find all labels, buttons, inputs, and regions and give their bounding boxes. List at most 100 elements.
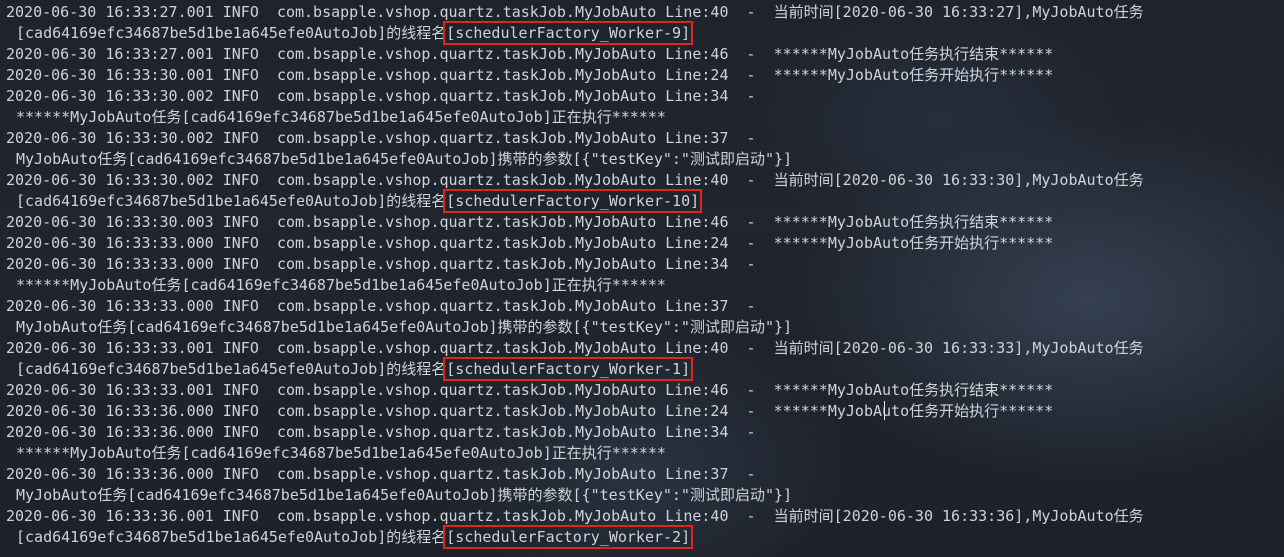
log-logger: com.bsapple.vshop.quartz.taskJob.MyJobAu… — [276, 297, 657, 315]
log-timestamp: 2020-06-30 16:33:33.000 — [6, 297, 214, 315]
log-message: 当前时间[2020-06-30 16:33:30],MyJobAuto任务 — [773, 171, 1144, 189]
log-level: INFO — [222, 423, 259, 441]
log-logger: com.bsapple.vshop.quartz.taskJob.MyJobAu… — [276, 234, 657, 252]
log-logger: com.bsapple.vshop.quartz.taskJob.MyJobAu… — [276, 339, 657, 357]
log-level: INFO — [222, 465, 259, 483]
log-message: ******MyJobAuto任务[cad64169efc34687be5d1b… — [16, 444, 666, 462]
log-level: INFO — [222, 507, 259, 525]
log-source-line: Line:46 — [665, 213, 729, 231]
log-level: INFO — [222, 171, 259, 189]
log-logger: com.bsapple.vshop.quartz.taskJob.MyJobAu… — [276, 129, 657, 147]
log-line: 2020-06-30 16:33:30.002 INFO com.bsapple… — [6, 129, 756, 147]
log-logger: com.bsapple.vshop.quartz.taskJob.MyJobAu… — [276, 45, 657, 63]
log-level: INFO — [222, 339, 259, 357]
log-timestamp: 2020-06-30 16:33:33.001 — [6, 381, 214, 399]
log-message: ******MyJobAuto任务[cad64169efc34687be5d1b… — [16, 276, 666, 294]
log-timestamp: 2020-06-30 16:33:33.001 — [6, 339, 214, 357]
log-source-line: Line:34 — [665, 423, 729, 441]
log-source-line: Line:46 — [665, 381, 729, 399]
log-continuation-line: MyJobAuto任务[cad64169efc34687be5d1be1a645… — [6, 149, 1284, 170]
log-continuation-line: MyJobAuto任务[cad64169efc34687be5d1be1a645… — [6, 317, 1284, 338]
log-timestamp: 2020-06-30 16:33:33.000 — [6, 255, 214, 273]
log-message: ******MyJobAuto任务执行结束****** — [773, 45, 1054, 63]
log-line: 2020-06-30 16:33:33.000 INFO com.bsapple… — [6, 255, 756, 273]
log-logger: com.bsapple.vshop.quartz.taskJob.MyJobAu… — [276, 423, 657, 441]
log-source-line: Line:40 — [665, 507, 729, 525]
log-level: INFO — [222, 129, 259, 147]
log-line: 2020-06-30 16:33:27.001 INFO com.bsapple… — [6, 3, 1144, 21]
log-logger: com.bsapple.vshop.quartz.taskJob.MyJobAu… — [276, 255, 657, 273]
log-continuation-line: [cad64169efc34687be5d1be1a645efe0AutoJob… — [6, 357, 1284, 381]
log-timestamp: 2020-06-30 16:33:36.000 — [6, 423, 214, 441]
log-message: MyJobAuto任务[cad64169efc34687be5d1be1a645… — [16, 486, 793, 504]
log-level: INFO — [222, 402, 259, 420]
log-level: INFO — [222, 213, 259, 231]
log-continuation-line: ******MyJobAuto任务[cad64169efc34687be5d1b… — [6, 443, 1284, 464]
log-message: ******MyJobAuto任务开始执行****** — [773, 66, 1054, 84]
log-source-line: Line:40 — [665, 339, 729, 357]
log-timestamp: 2020-06-30 16:33:36.000 — [6, 402, 214, 420]
log-source-line: Line:24 — [665, 66, 729, 84]
log-source-line: Line:34 — [665, 87, 729, 105]
log-line: 2020-06-30 16:33:33.000 INFO com.bsapple… — [6, 297, 756, 315]
highlighted-thread-name: [schedulerFactory_Worker-9] — [443, 21, 694, 45]
log-message: [cad64169efc34687be5d1be1a645efe0AutoJob… — [16, 360, 447, 378]
log-logger: com.bsapple.vshop.quartz.taskJob.MyJobAu… — [276, 381, 657, 399]
log-level: INFO — [222, 255, 259, 273]
log-continuation-line: MyJobAuto任务[cad64169efc34687be5d1be1a645… — [6, 485, 1284, 506]
log-message: ******MyJobAuto任务执行结束****** — [773, 213, 1054, 231]
log-logger: com.bsapple.vshop.quartz.taskJob.MyJobAu… — [276, 402, 657, 420]
log-logger: com.bsapple.vshop.quartz.taskJob.MyJobAu… — [276, 465, 657, 483]
log-message: [cad64169efc34687be5d1be1a645efe0AutoJob… — [16, 192, 447, 210]
log-timestamp: 2020-06-30 16:33:36.001 — [6, 507, 214, 525]
log-continuation-line: [cad64169efc34687be5d1be1a645efe0AutoJob… — [6, 525, 1284, 549]
log-line: 2020-06-30 16:33:30.002 INFO com.bsapple… — [6, 87, 756, 105]
log-message: 当前时间[2020-06-30 16:33:27],MyJobAuto任务 — [773, 3, 1144, 21]
log-level: INFO — [222, 66, 259, 84]
log-line: 2020-06-30 16:33:33.001 INFO com.bsapple… — [6, 381, 1054, 399]
log-line: 2020-06-30 16:33:36.000 INFO com.bsapple… — [6, 465, 756, 483]
log-timestamp: 2020-06-30 16:33:36.000 — [6, 465, 214, 483]
log-source-line: Line:34 — [665, 255, 729, 273]
log-line: 2020-06-30 16:33:33.001 INFO com.bsapple… — [6, 339, 1144, 357]
log-logger: com.bsapple.vshop.quartz.taskJob.MyJobAu… — [276, 213, 657, 231]
log-source-line: Line:37 — [665, 297, 729, 315]
text-cursor — [884, 401, 885, 420]
terminal-output[interactable]: 2020-06-30 16:33:27.001 INFO com.bsapple… — [0, 0, 1284, 557]
log-continuation-line: [cad64169efc34687be5d1be1a645efe0AutoJob… — [6, 21, 1284, 45]
log-logger: com.bsapple.vshop.quartz.taskJob.MyJobAu… — [276, 171, 657, 189]
highlighted-thread-name: [schedulerFactory_Worker-1] — [443, 357, 694, 381]
log-timestamp: 2020-06-30 16:33:30.002 — [6, 171, 214, 189]
log-level: INFO — [222, 87, 259, 105]
log-timestamp: 2020-06-30 16:33:27.001 — [6, 3, 214, 21]
log-timestamp: 2020-06-30 16:33:30.002 — [6, 129, 214, 147]
log-message: 当前时间[2020-06-30 16:33:33],MyJobAuto任务 — [773, 339, 1144, 357]
log-timestamp: 2020-06-30 16:33:30.003 — [6, 213, 214, 231]
log-timestamp: 2020-06-30 16:33:27.001 — [6, 45, 214, 63]
log-line: 2020-06-30 16:33:33.000 INFO com.bsapple… — [6, 234, 1054, 252]
log-timestamp: 2020-06-30 16:33:30.001 — [6, 66, 214, 84]
log-message: ******MyJobAuto任务[cad64169efc34687be5d1b… — [16, 108, 666, 126]
log-line: 2020-06-30 16:33:27.001 INFO com.bsapple… — [6, 45, 1054, 63]
log-logger: com.bsapple.vshop.quartz.taskJob.MyJobAu… — [276, 507, 657, 525]
log-source-line: Line:37 — [665, 465, 729, 483]
log-level: INFO — [222, 3, 259, 21]
log-level: INFO — [222, 45, 259, 63]
log-source-line: Line:40 — [665, 171, 729, 189]
log-continuation-line: [cad64169efc34687be5d1be1a645efe0AutoJob… — [6, 189, 1284, 213]
log-source-line: Line:40 — [665, 3, 729, 21]
log-message: ******MyJobAuto任务执行结束****** — [773, 381, 1054, 399]
log-message: MyJobAuto任务[cad64169efc34687be5d1be1a645… — [16, 318, 793, 336]
log-line: 2020-06-30 16:33:36.001 INFO com.bsapple… — [6, 507, 1144, 525]
log-level: INFO — [222, 381, 259, 399]
log-lines: 2020-06-30 16:33:27.001 INFO com.bsapple… — [6, 2, 1284, 549]
log-line: 2020-06-30 16:33:36.000 INFO com.bsapple… — [6, 402, 1054, 420]
log-message: [cad64169efc34687be5d1be1a645efe0AutoJob… — [16, 24, 447, 42]
log-message: ******MyJobAuto任务开始执行****** — [773, 234, 1054, 252]
highlighted-thread-name: [schedulerFactory_Worker-2] — [443, 525, 694, 549]
log-message: [cad64169efc34687be5d1be1a645efe0AutoJob… — [16, 528, 447, 546]
log-logger: com.bsapple.vshop.quartz.taskJob.MyJobAu… — [276, 66, 657, 84]
log-timestamp: 2020-06-30 16:33:33.000 — [6, 234, 214, 252]
log-line: 2020-06-30 16:33:30.003 INFO com.bsapple… — [6, 213, 1054, 231]
log-source-line: Line:24 — [665, 402, 729, 420]
